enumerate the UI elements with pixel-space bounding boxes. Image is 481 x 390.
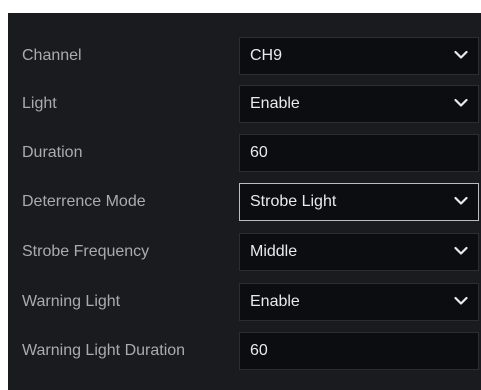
chevron-down-icon: [454, 98, 468, 108]
warning-light-select[interactable]: Enable: [239, 283, 479, 321]
light-row: Light Enable: [8, 85, 481, 123]
chevron-down-icon: [454, 196, 468, 206]
light-select[interactable]: Enable: [239, 85, 479, 123]
warning-light-duration-row: Warning Light Duration 60: [8, 332, 481, 370]
channel-value: CH9: [250, 47, 283, 64]
settings-panel: Channel CH9 Light Enable Duration 60 Det…: [8, 13, 481, 390]
warning-light-row: Warning Light Enable: [8, 283, 481, 321]
warning-light-duration-value: 60: [250, 342, 268, 359]
deterrence-mode-value: Strobe Light: [250, 193, 337, 210]
deterrence-mode-row: Deterrence Mode Strobe Light: [8, 183, 481, 221]
channel-select[interactable]: CH9: [239, 37, 479, 75]
strobe-frequency-row: Strobe Frequency Middle: [8, 233, 481, 271]
chevron-down-icon: [454, 246, 468, 256]
channel-label: Channel: [22, 47, 82, 64]
strobe-frequency-label: Strobe Frequency: [22, 243, 150, 260]
strobe-frequency-value: Middle: [250, 243, 298, 260]
warning-light-duration-input[interactable]: 60: [239, 332, 479, 370]
duration-row: Duration 60: [8, 134, 481, 172]
strobe-frequency-select[interactable]: Middle: [239, 233, 479, 271]
chevron-down-icon: [454, 296, 468, 306]
warning-light-duration-label: Warning Light Duration: [22, 342, 186, 359]
duration-input[interactable]: 60: [239, 134, 479, 172]
channel-row: Channel CH9: [8, 37, 481, 75]
deterrence-mode-label: Deterrence Mode: [22, 193, 146, 210]
light-label: Light: [22, 95, 57, 112]
duration-label: Duration: [22, 144, 83, 161]
duration-value: 60: [250, 144, 268, 161]
warning-light-value: Enable: [250, 293, 300, 310]
light-value: Enable: [250, 95, 300, 112]
deterrence-mode-select[interactable]: Strobe Light: [239, 183, 479, 221]
warning-light-label: Warning Light: [22, 293, 121, 310]
chevron-down-icon: [454, 50, 468, 60]
